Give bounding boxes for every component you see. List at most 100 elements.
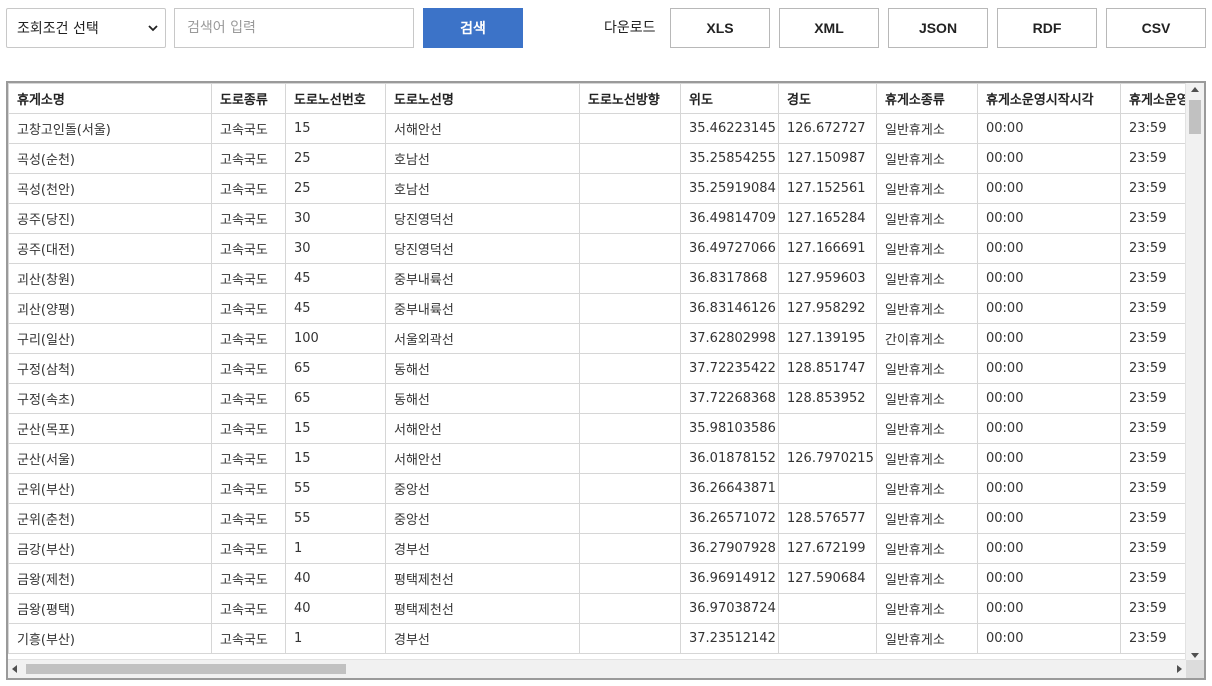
horizontal-scrollbar[interactable] — [8, 659, 1186, 678]
table-row[interactable]: 고창고인돌(서울) 고속국도 15 서해안선 35.46223145 126.672727… — [8, 113, 1204, 144]
table-cell: 36.27907928 — [680, 533, 779, 564]
table-cell: 일반휴게소 — [876, 203, 978, 234]
table-cell: 군산(서울) — [8, 443, 212, 474]
horizontal-scroll-thumb[interactable] — [26, 664, 346, 674]
table-cell: 00:00 — [977, 233, 1121, 264]
table-cell: 기흥(부산) — [8, 623, 212, 654]
table-cell: 고속국도 — [211, 623, 286, 654]
table-cell: 일반휴게소 — [876, 623, 978, 654]
vertical-scroll-thumb[interactable] — [1189, 100, 1201, 134]
column-header[interactable]: 도로종류 — [211, 83, 286, 114]
table-row[interactable]: 구리(일산) 고속국도 100 서울외곽선 37.62802998 127.139195 간… — [8, 323, 1204, 354]
table-cell: 00:00 — [977, 473, 1121, 504]
table-cell: 00:00 — [977, 113, 1121, 144]
table-cell: 65 — [285, 383, 386, 414]
table-row[interactable]: 금왕(평택) 고속국도 40 평택제천선 36.97038724 일반휴게소 00:00 23… — [8, 593, 1204, 624]
table-cell: 일반휴게소 — [876, 413, 978, 444]
search-input[interactable] — [174, 8, 414, 48]
table-cell: 중앙선 — [385, 473, 580, 504]
vertical-scrollbar[interactable] — [1185, 83, 1204, 662]
table-cell: 서해안선 — [385, 443, 580, 474]
table-cell — [579, 533, 681, 564]
table-cell: 127.590684 — [778, 563, 877, 594]
table-cell — [579, 113, 681, 144]
table-cell: 금왕(제천) — [8, 563, 212, 594]
column-header[interactable]: 휴게소명 — [8, 83, 212, 114]
search-condition-select[interactable]: 조회조건 선택 — [6, 8, 166, 48]
table-cell: 고속국도 — [211, 563, 286, 594]
table-row[interactable]: 군산(목포) 고속국도 15 서해안선 35.98103586 일반휴게소 00:00 23:… — [8, 413, 1204, 444]
scroll-down-icon[interactable] — [1191, 653, 1199, 658]
table-cell: 36.8317868 — [680, 263, 779, 294]
column-header[interactable]: 위도 — [680, 83, 779, 114]
table-row[interactable]: 공주(당진) 고속국도 30 당진영덕선 36.49814709 127.165284 일반… — [8, 203, 1204, 234]
scroll-up-icon[interactable] — [1191, 87, 1199, 92]
table-row[interactable]: 금왕(제천) 고속국도 40 평택제천선 36.96914912 127.590684 일반… — [8, 563, 1204, 594]
scroll-left-icon[interactable] — [12, 665, 17, 673]
column-header[interactable]: 도로노선번호 — [285, 83, 386, 114]
download-xls-button[interactable]: XLS — [670, 8, 770, 48]
table-row[interactable]: 곡성(천안) 고속국도 25 호남선 35.25919084 127.152561 일반휴게… — [8, 173, 1204, 204]
table-cell: 00:00 — [977, 383, 1121, 414]
table-cell: 고속국도 — [211, 413, 286, 444]
table-cell: 00:00 — [977, 413, 1121, 444]
column-header[interactable]: 도로노선방향 — [579, 83, 681, 114]
download-label: 다운로드 — [604, 20, 656, 36]
table-cell: 경부선 — [385, 623, 580, 654]
table-cell: 일반휴게소 — [876, 473, 978, 504]
download-json-button[interactable]: JSON — [888, 8, 988, 48]
table-row[interactable]: 군위(춘천) 고속국도 55 중앙선 36.26571072 128.576577 일반휴게… — [8, 503, 1204, 534]
table-row[interactable]: 기흥(부산) 고속국도 1 경부선 37.23512142 일반휴게소 00:00 23:59 — [8, 623, 1204, 654]
table-row[interactable]: 구정(속초) 고속국도 65 동해선 37.72268368 128.853952 일반휴게… — [8, 383, 1204, 414]
toolbar: 조회조건 선택 검색 다운로드 XLS XML JSON RDF CSV — [0, 0, 1212, 60]
table-cell: 고속국도 — [211, 293, 286, 324]
table-cell: 고속국도 — [211, 203, 286, 234]
table-cell: 일반휴게소 — [876, 293, 978, 324]
table-cell: 45 — [285, 263, 386, 294]
column-header[interactable]: 휴게소종류 — [876, 83, 978, 114]
table-row[interactable]: 괴산(양평) 고속국도 45 중부내륙선 36.83146126 127.958292 일반… — [8, 293, 1204, 324]
chevron-down-icon — [148, 25, 158, 32]
scrollbar-corner — [1186, 660, 1204, 678]
table-cell: 00:00 — [977, 623, 1121, 654]
table-cell: 36.26571072 — [680, 503, 779, 534]
table-cell — [579, 503, 681, 534]
table-cell: 중부내륙선 — [385, 263, 580, 294]
table-cell: 30 — [285, 233, 386, 264]
table-cell: 35.98103586 — [680, 413, 779, 444]
table-row[interactable]: 군위(부산) 고속국도 55 중앙선 36.26643871 일반휴게소 00:00 23:5… — [8, 473, 1204, 504]
table-cell — [579, 173, 681, 204]
table-body: 고창고인돌(서울) 고속국도 15 서해안선 35.46223145 126.672727… — [8, 113, 1204, 654]
column-header[interactable]: 휴게소운영시작시각 — [977, 83, 1121, 114]
table-row[interactable]: 구정(삼척) 고속국도 65 동해선 37.72235422 128.851747 일반휴게… — [8, 353, 1204, 384]
table-cell: 고속국도 — [211, 323, 286, 354]
table-cell: 40 — [285, 563, 386, 594]
table-cell: 평택제천선 — [385, 563, 580, 594]
table-cell — [778, 473, 877, 504]
table-cell: 고속국도 — [211, 113, 286, 144]
search-button[interactable]: 검색 — [423, 8, 523, 48]
table-cell — [579, 263, 681, 294]
table-cell — [579, 473, 681, 504]
table-cell: 00:00 — [977, 503, 1121, 534]
table-cell — [579, 563, 681, 594]
table-row[interactable]: 금강(부산) 고속국도 1 경부선 36.27907928 127.672199 일반휴게소… — [8, 533, 1204, 564]
scroll-right-icon[interactable] — [1177, 665, 1182, 673]
table-cell: 36.26643871 — [680, 473, 779, 504]
download-xml-button[interactable]: XML — [779, 8, 879, 48]
table-cell: 45 — [285, 293, 386, 324]
table-cell: 고속국도 — [211, 473, 286, 504]
table-cell: 127.672199 — [778, 533, 877, 564]
column-header[interactable]: 도로노선명 — [385, 83, 580, 114]
table-cell: 00:00 — [977, 593, 1121, 624]
download-csv-button[interactable]: CSV — [1106, 8, 1206, 48]
table-cell: 127.959603 — [778, 263, 877, 294]
column-header[interactable]: 경도 — [778, 83, 877, 114]
table-row[interactable]: 군산(서울) 고속국도 15 서해안선 36.01878152 126.7970215 일반… — [8, 443, 1204, 474]
select-value: 조회조건 선택 — [17, 21, 99, 37]
table-cell: 구리(일산) — [8, 323, 212, 354]
download-rdf-button[interactable]: RDF — [997, 8, 1097, 48]
table-row[interactable]: 괴산(창원) 고속국도 45 중부내륙선 36.8317868 127.959603 일반휴… — [8, 263, 1204, 294]
table-row[interactable]: 곡성(순천) 고속국도 25 호남선 35.25854255 127.150987 일반휴게… — [8, 143, 1204, 174]
table-row[interactable]: 공주(대전) 고속국도 30 당진영덕선 36.49727066 127.166691 일반… — [8, 233, 1204, 264]
